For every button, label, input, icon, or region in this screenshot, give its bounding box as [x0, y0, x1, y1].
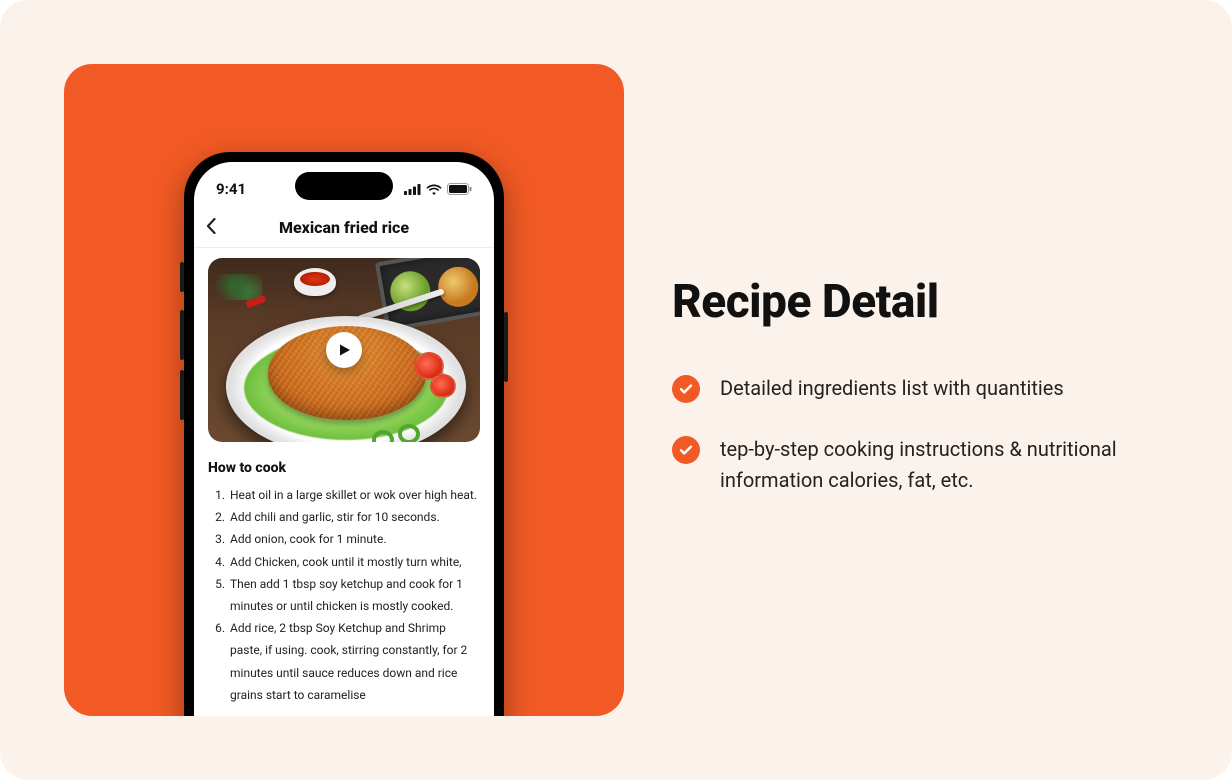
play-icon: [339, 343, 352, 357]
phone-frame: 9:41 Mexican fried rice: [184, 152, 504, 716]
step-item: Add Chicken, cook until it mostly turn w…: [228, 551, 480, 573]
play-button[interactable]: [326, 332, 362, 368]
cellular-icon: [404, 184, 421, 195]
check-icon: [672, 436, 700, 464]
device-panel: 9:41 Mexican fried rice: [64, 64, 624, 716]
feature-item: Detailed ingredients list with quantitie…: [672, 373, 1168, 404]
step-item: Add rice, 2 tbsp Soy Ketchup and Shrimp …: [228, 617, 480, 706]
chevron-left-icon: [206, 218, 216, 234]
recipe-hero-image[interactable]: [208, 258, 480, 442]
step-item: Add onion, cook for 1 minute.: [228, 528, 480, 550]
hero-prop-leaves: [214, 274, 262, 300]
info-panel: Recipe Detail Detailed ingredients list …: [672, 255, 1168, 526]
phone-side-button: [504, 312, 508, 382]
cooking-steps-list: Heat oil in a large skillet or wok over …: [208, 484, 480, 706]
phone-side-button: [180, 310, 184, 360]
section-title-how-to-cook: How to cook: [208, 460, 480, 476]
info-title: Recipe Detail: [672, 275, 1168, 329]
hero-pepper: [398, 424, 420, 442]
status-time: 9:41: [216, 180, 246, 198]
showcase-canvas: 9:41 Mexican fried rice: [0, 0, 1232, 780]
phone-screen: 9:41 Mexican fried rice: [194, 162, 494, 716]
check-icon: [672, 375, 700, 403]
status-indicators: [404, 183, 472, 195]
phone-side-button: [180, 370, 184, 420]
dynamic-island: [295, 172, 393, 200]
back-button[interactable]: [206, 218, 216, 238]
feature-text: tep-by-step cooking instructions & nutri…: [720, 434, 1160, 496]
step-item: Heat oil in a large skillet or wok over …: [228, 484, 480, 506]
step-item: Add chili and garlic, stir for 10 second…: [228, 506, 480, 528]
hero-tomato: [430, 374, 456, 398]
feature-item: tep-by-step cooking instructions & nutri…: [672, 434, 1168, 496]
wifi-icon: [426, 184, 442, 195]
feature-text: Detailed ingredients list with quantitie…: [720, 373, 1064, 404]
app-header: Mexican fried rice: [194, 208, 494, 248]
hero-prop-sauce: [294, 268, 336, 296]
battery-icon: [447, 183, 472, 195]
page-title: Mexican fried rice: [279, 218, 409, 237]
phone-side-button: [180, 262, 184, 292]
step-item: Then add 1 tbsp soy ketchup and cook for…: [228, 573, 480, 617]
